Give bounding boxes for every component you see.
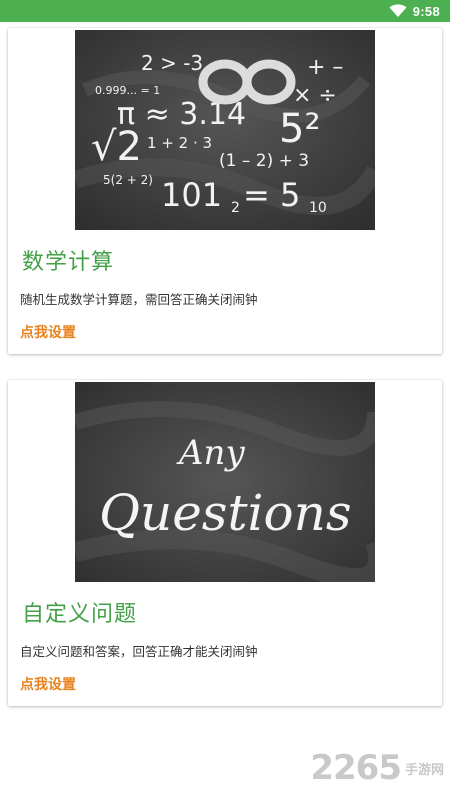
- math-text-ops2: × ÷: [293, 83, 337, 108]
- math-text-eq: = 5: [243, 176, 300, 214]
- site-watermark: 2265 手游网: [310, 748, 444, 788]
- math-text-2: 0.999... = 1: [95, 84, 160, 97]
- math-chalkboard-image: 2 > -3 0.999... = 1 π ≈ 3.14 √2 1 + 2 · …: [75, 30, 375, 230]
- watermark-text: 手游网: [404, 762, 444, 778]
- math-text-neg: (1 – 2) + 3: [219, 151, 309, 171]
- chalkboard-drawing: 2 > -3 0.999... = 1 π ≈ 3.14 √2 1 + 2 · …: [75, 30, 375, 230]
- card-title: 数学计算: [22, 250, 115, 275]
- math-card[interactable]: 2 > -3 0.999... = 1 π ≈ 3.14 √2 1 + 2 · …: [8, 28, 442, 354]
- wifi-icon: [389, 4, 407, 17]
- math-text-eq-sub: 10: [309, 200, 327, 216]
- card-description: 自定义问题和答案，回答正确才能关闭闹钟: [20, 644, 258, 659]
- setup-button[interactable]: 点我设置: [20, 674, 76, 694]
- math-text-sum: 1 + 2 · 3: [147, 134, 212, 152]
- card-description: 随机生成数学计算题，需回答正确关闭闹钟: [20, 292, 258, 307]
- math-text-base-sub: 2: [231, 200, 240, 216]
- math-text-1: 2 > -3: [141, 51, 203, 75]
- status-time: 9:58: [412, 3, 440, 19]
- math-text-ops: + –: [307, 55, 343, 80]
- status-bar: 9:58: [0, 0, 450, 22]
- setup-button[interactable]: 点我设置: [20, 322, 76, 342]
- math-text-mul: 5(2 + 2): [103, 173, 153, 187]
- custom-question-card[interactable]: Any Questions 自定义问题 自定义问题和答案，回答正确才能关闭闹钟 …: [8, 380, 442, 706]
- chalkboard-drawing: Any Questions: [75, 382, 375, 582]
- card-title: 自定义问题: [22, 602, 138, 627]
- math-text-base: 101: [161, 176, 222, 214]
- questions-chalkboard-image: Any Questions: [75, 382, 375, 582]
- watermark-number: 2265: [310, 748, 402, 788]
- math-text-sqrt: √2: [91, 124, 142, 170]
- handwritten-questions: Questions: [99, 484, 352, 542]
- math-text-sq: 5²: [279, 106, 320, 152]
- handwritten-any: Any: [176, 433, 245, 473]
